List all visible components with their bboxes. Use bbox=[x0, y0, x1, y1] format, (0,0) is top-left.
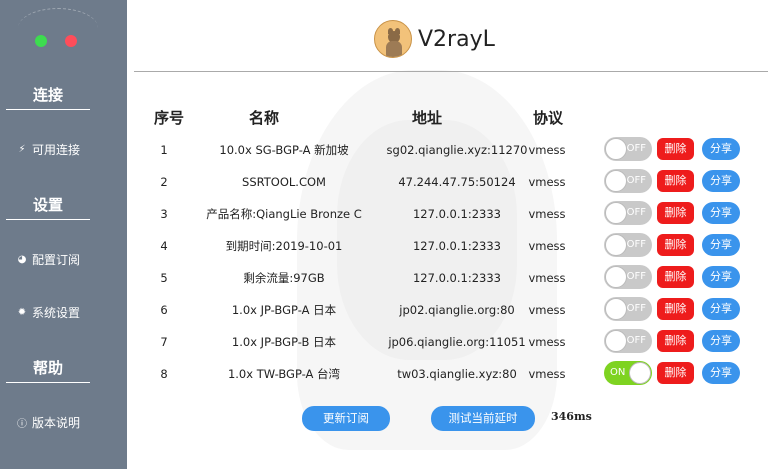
app-logo-icon bbox=[374, 20, 412, 58]
delete-button[interactable]: 删除 bbox=[657, 202, 694, 224]
share-button[interactable]: 分享 bbox=[702, 234, 740, 256]
toggle-label: OFF bbox=[626, 335, 646, 346]
connection-toggle[interactable]: OFF bbox=[604, 201, 652, 225]
table-row: 6 1.0x JP-BGP-A 日本 jp02.qianglie.org:80 vme… bbox=[127, 294, 768, 326]
share-button[interactable]: 分享 bbox=[702, 266, 740, 288]
sidebar-section-settings: 设置 bbox=[6, 194, 90, 220]
table-row: 3 产品名称:QiangLie Bronze C 127.0.0.1:2333 vme… bbox=[127, 198, 768, 230]
column-header-no: 序号 bbox=[153, 109, 184, 127]
sidebar-item-label: 可用连接 bbox=[32, 143, 81, 157]
gear-icon: ✹ bbox=[17, 307, 27, 318]
connection-protocol: vmess bbox=[528, 367, 566, 381]
connection-protocol: vmess bbox=[528, 143, 566, 157]
connection-toggle[interactable]: ON bbox=[604, 361, 652, 385]
window-close-button[interactable] bbox=[65, 35, 77, 47]
sidebar-item-available-connections[interactable]: ⚡ 可用连接 bbox=[16, 141, 80, 158]
column-header-protocol: 协议 bbox=[532, 109, 563, 127]
delete-button[interactable]: 删除 bbox=[657, 298, 694, 320]
connection-protocol: vmess bbox=[528, 175, 566, 189]
sidebar-item-subscription-config[interactable]: ◕ 配置订阅 bbox=[16, 251, 80, 268]
sidebar-item-version-notes[interactable]: ⓘ 版本说明 bbox=[16, 414, 80, 431]
table-row: 2 SSRTOOL.COM 47.244.47.75:50124 vmess OFF 删除… bbox=[127, 166, 768, 198]
latency-readout: 346ms bbox=[551, 410, 592, 423]
toggle-label: OFF bbox=[626, 175, 646, 186]
toggle-knob bbox=[605, 170, 627, 192]
row-number: 8 bbox=[160, 367, 168, 381]
toggle-label: OFF bbox=[626, 271, 646, 282]
delete-button[interactable]: 删除 bbox=[657, 362, 694, 384]
connection-protocol: vmess bbox=[528, 207, 566, 221]
sidebar-item-label: 配置订阅 bbox=[32, 253, 81, 267]
share-button[interactable]: 分享 bbox=[702, 202, 740, 224]
toggle-label: OFF bbox=[626, 143, 646, 154]
sidebar-decoration bbox=[18, 8, 98, 48]
sidebar-item-label: 系统设置 bbox=[32, 306, 81, 320]
sidebar-item-label: 版本说明 bbox=[32, 416, 81, 430]
delete-button[interactable]: 删除 bbox=[657, 138, 694, 160]
toggle-label: OFF bbox=[626, 303, 646, 314]
toggle-knob bbox=[605, 138, 627, 160]
table-row: 4 到期时间:2019-10-01 127.0.0.1:2333 vmess OFF 删除… bbox=[127, 230, 768, 262]
share-button[interactable]: 分享 bbox=[702, 330, 740, 352]
row-number: 2 bbox=[160, 175, 168, 189]
info-icon: ⓘ bbox=[17, 419, 27, 430]
row-number: 6 bbox=[160, 303, 168, 317]
row-number: 1 bbox=[160, 143, 168, 157]
toggle-label: OFF bbox=[626, 239, 646, 250]
app-title: V2rayL bbox=[418, 27, 495, 52]
toggle-knob bbox=[605, 266, 627, 288]
column-header-name: 名称 bbox=[248, 109, 279, 127]
sidebar-section-connect: 连接 bbox=[6, 84, 90, 110]
table-row: 1 10.0x SG-BGP-A 新加坡 sg02.qianglie.xyz:112… bbox=[127, 134, 768, 166]
header-divider bbox=[134, 71, 768, 72]
share-button[interactable]: 分享 bbox=[702, 362, 740, 384]
toggle-label: ON bbox=[610, 367, 626, 378]
share-button[interactable]: 分享 bbox=[702, 138, 740, 160]
column-header-address: 地址 bbox=[411, 109, 442, 127]
toggle-knob bbox=[605, 298, 627, 320]
toggle-knob bbox=[605, 234, 627, 256]
share-button[interactable]: 分享 bbox=[702, 298, 740, 320]
toggle-knob bbox=[605, 202, 627, 224]
sidebar-section-help: 帮助 bbox=[6, 357, 90, 383]
window-maximize-button[interactable] bbox=[35, 35, 47, 47]
row-number: 4 bbox=[160, 239, 168, 253]
table-row: 8 1.0x TW-BGP-A 台湾 tw03.qianglie.xyz:80 vme… bbox=[127, 358, 768, 390]
connection-protocol: vmess bbox=[528, 335, 566, 349]
connection-protocol: vmess bbox=[528, 239, 566, 253]
delete-button[interactable]: 删除 bbox=[657, 170, 694, 192]
header: V2rayL bbox=[127, 0, 768, 72]
toggle-knob bbox=[605, 330, 627, 352]
update-subscription-button[interactable]: 更新订阅 bbox=[302, 406, 390, 431]
table-row: 7 1.0x JP-BGP-B 日本 jp06.qianglie.org:11051… bbox=[127, 326, 768, 358]
delete-button[interactable]: 删除 bbox=[657, 266, 694, 288]
test-latency-button[interactable]: 测试当前延时 bbox=[431, 406, 535, 431]
delete-button[interactable]: 删除 bbox=[657, 234, 694, 256]
toggle-label: OFF bbox=[626, 207, 646, 218]
gauge-icon: ◕ bbox=[17, 254, 27, 265]
connection-toggle[interactable]: OFF bbox=[604, 169, 652, 193]
row-number: 3 bbox=[160, 207, 168, 221]
row-number: 5 bbox=[160, 271, 168, 285]
toggle-knob bbox=[629, 362, 651, 384]
main-panel: V2rayL 序号 名称 地址 协议 1 10.0x SG-BGP-A 新加坡 sg… bbox=[127, 0, 768, 469]
connection-protocol: vmess bbox=[528, 303, 566, 317]
connection-toggle[interactable]: OFF bbox=[604, 137, 652, 161]
plug-icon: ⚡ bbox=[18, 144, 26, 155]
table-row: 5 剩余流量:97GB 127.0.0.1:2333 vmess OFF 删除 分享 bbox=[127, 262, 768, 294]
sidebar: 连接 ⚡ 可用连接 设置 ◕ 配置订阅 ✹ 系统设置 帮助 ⓘ 版本说明 bbox=[0, 0, 127, 469]
share-button[interactable]: 分享 bbox=[702, 170, 740, 192]
sidebar-item-system-settings[interactable]: ✹ 系统设置 bbox=[16, 304, 80, 321]
connection-toggle[interactable]: OFF bbox=[604, 329, 652, 353]
connection-toggle[interactable]: OFF bbox=[604, 233, 652, 257]
row-number: 7 bbox=[160, 335, 168, 349]
connection-protocol: vmess bbox=[528, 271, 566, 285]
delete-button[interactable]: 删除 bbox=[657, 330, 694, 352]
connection-toggle[interactable]: OFF bbox=[604, 265, 652, 289]
connection-toggle[interactable]: OFF bbox=[604, 297, 652, 321]
